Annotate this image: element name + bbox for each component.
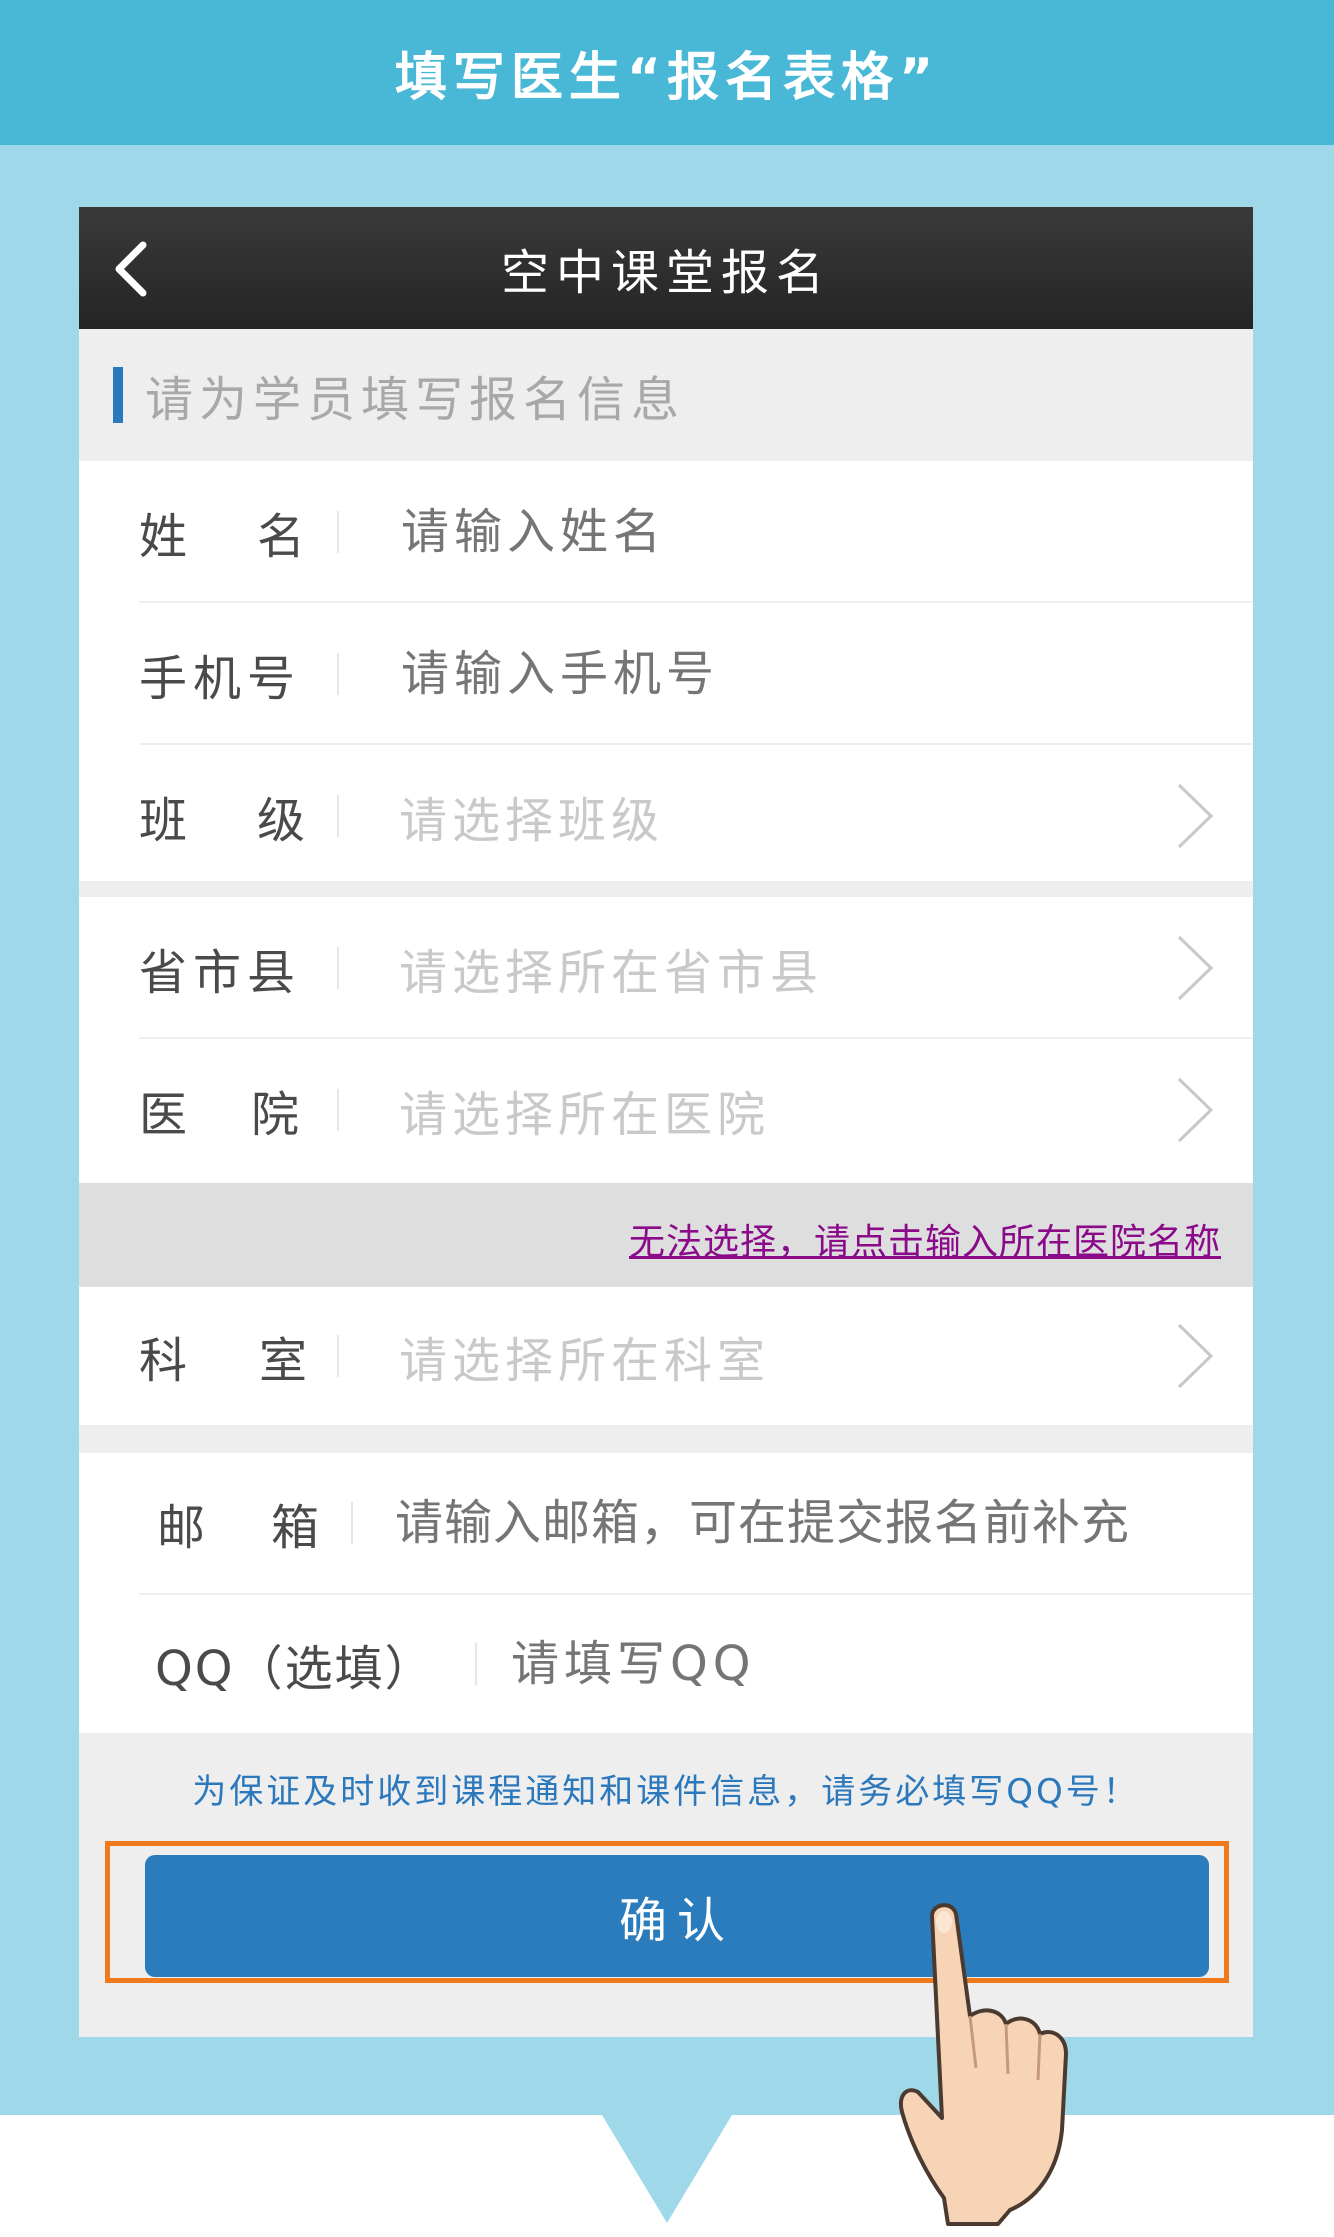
region-select[interactable]: 请选择所在省市县 [399, 933, 823, 1003]
banner-title: 填写医生“报名表格” [0, 0, 1334, 145]
back-button[interactable] [103, 239, 163, 299]
phone-row[interactable]: 手机号 [79, 603, 1253, 745]
department-select[interactable]: 请选择所在科室 [399, 1321, 770, 1391]
hospital-label: 医 院 [139, 1075, 299, 1145]
qq-input[interactable] [509, 1635, 1153, 1693]
phone-label: 手机号 [139, 651, 302, 707]
region-row[interactable]: 省市县 请选择所在省市县 [79, 897, 1253, 1039]
down-pointer-triangle [602, 2115, 732, 2223]
form-group-basic: 姓 名 手机号 班 级 请选择班级 [79, 461, 1253, 881]
class-label-char-2: 级 [256, 793, 305, 849]
email-label-char-1: 邮 [157, 1500, 206, 1556]
hospital-row[interactable]: 医 院 请选择所在医院 [79, 1039, 1253, 1181]
nav-bar: 空中课堂报名 [79, 207, 1253, 329]
phone-screen: 空中课堂报名 请为学员填写报名信息 姓 名 手机号 班 级 [79, 207, 1253, 2037]
region-label: 省市县 [139, 945, 302, 1001]
name-label-char-1: 姓 [139, 509, 188, 565]
section-header: 请为学员填写报名信息 [79, 329, 1253, 461]
department-label: 科 室 [139, 1321, 307, 1391]
class-label: 班 级 [139, 781, 305, 851]
chevron-right-icon [1177, 1077, 1214, 1143]
field-separator [351, 1502, 353, 1544]
chevron-left-icon [115, 241, 147, 297]
department-label-char-2: 室 [258, 1333, 307, 1389]
qq-notice: 为保证及时收到课程通知和课件信息，请务必填写QQ号！ [192, 1771, 1140, 1812]
field-separator [337, 1089, 339, 1131]
form-group-contact: 邮 箱 QQ（选填） [79, 1453, 1253, 1733]
field-separator [337, 947, 339, 989]
class-select[interactable]: 请选择班级 [399, 781, 664, 851]
qq-label: QQ（选填） [155, 1641, 435, 1697]
pointing-hand-icon [899, 1903, 1068, 2226]
class-row[interactable]: 班 级 请选择班级 [79, 745, 1253, 887]
form-group-location: 省市县 请选择所在省市县 医 院 请选择所在医院 [79, 897, 1253, 1183]
field-separator [337, 653, 339, 695]
email-label-char-2: 箱 [270, 1500, 319, 1556]
hospital-select[interactable]: 请选择所在医院 [399, 1075, 770, 1145]
name-label: 姓 名 [139, 497, 305, 567]
hospital-link-bar: 无法选择，请点击输入所在医院名称 [79, 1183, 1253, 1287]
name-input[interactable] [399, 503, 1163, 561]
department-row[interactable]: 科 室 请选择所在科室 [79, 1287, 1253, 1425]
email-input[interactable] [393, 1494, 1217, 1552]
email-row[interactable]: 邮 箱 [79, 1453, 1253, 1593]
field-separator [337, 1335, 339, 1377]
qq-row[interactable]: QQ（选填） [79, 1595, 1253, 1733]
hospital-manual-input-link[interactable]: 无法选择，请点击输入所在医院名称 [629, 1213, 1221, 1265]
form-group-department: 科 室 请选择所在科室 [79, 1287, 1253, 1425]
hospital-label-char-2: 院 [250, 1087, 299, 1143]
field-separator [337, 795, 339, 837]
section-accent-bar [113, 367, 123, 423]
field-separator [337, 511, 339, 553]
email-label: 邮 箱 [157, 1488, 319, 1558]
chevron-right-icon [1177, 783, 1214, 849]
page-title: 空中课堂报名 [500, 245, 831, 301]
department-label-char-1: 科 [139, 1333, 188, 1389]
phone-input[interactable] [399, 645, 1163, 703]
hospital-label-char-1: 医 [139, 1087, 188, 1143]
field-separator [475, 1643, 477, 1685]
class-label-char-1: 班 [139, 793, 188, 849]
name-row[interactable]: 姓 名 [79, 461, 1253, 603]
section-label: 请为学员填写报名信息 [145, 372, 686, 428]
chevron-right-icon [1177, 935, 1214, 1001]
chevron-right-icon [1177, 1323, 1214, 1389]
name-label-char-2: 名 [256, 509, 305, 565]
